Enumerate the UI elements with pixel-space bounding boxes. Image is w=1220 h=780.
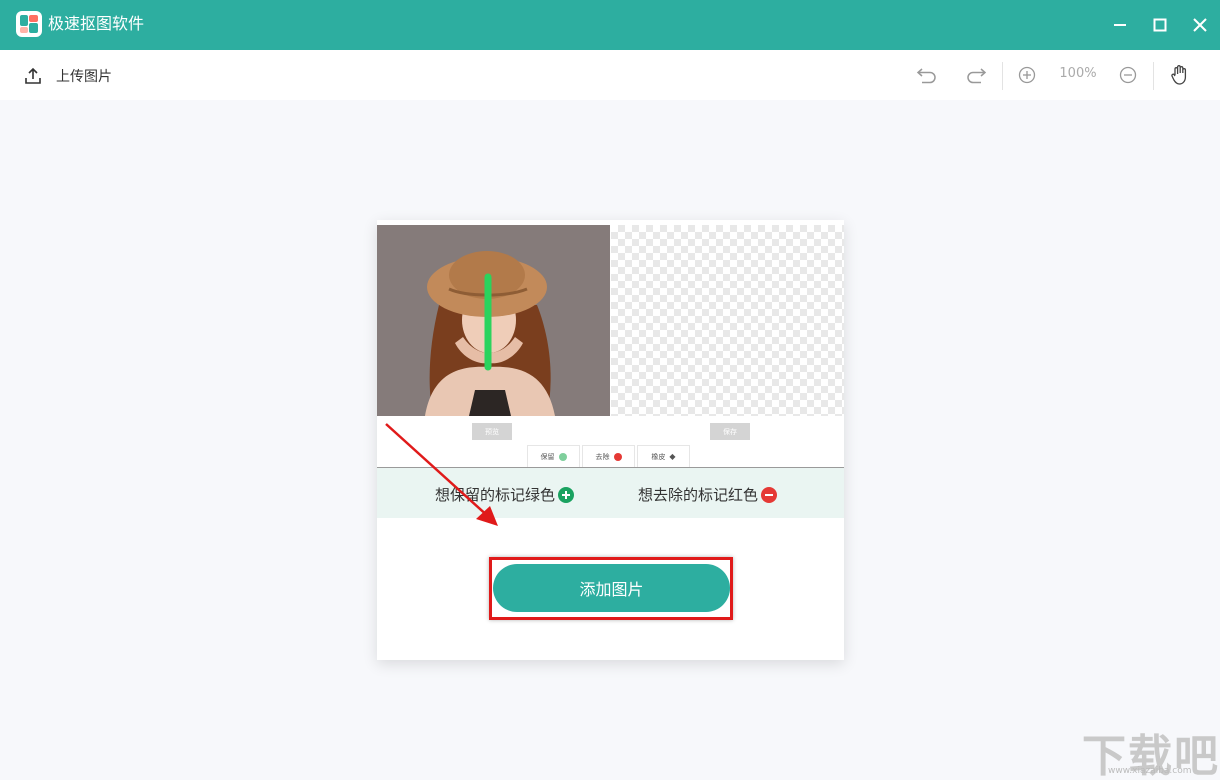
demo-tab-remove: 去除 <box>582 445 635 467</box>
add-image-button[interactable]: 添加图片 <box>493 564 730 612</box>
maximize-icon <box>1153 18 1167 32</box>
upload-image-label: 上传图片 <box>56 69 112 85</box>
toolbar: 上传图片 100% <box>0 50 1220 100</box>
undo-button[interactable] <box>915 63 939 87</box>
close-button[interactable] <box>1185 10 1215 40</box>
demo-tab-eraser: 橡皮 ◆ <box>637 445 690 467</box>
annotation-arrow-icon <box>385 423 498 526</box>
hint-remove: 想去除的标记红色 <box>638 484 778 505</box>
hand-icon <box>1171 65 1187 85</box>
minus-icon <box>613 452 622 461</box>
toolbar-divider <box>1002 62 1003 90</box>
zoom-out-button[interactable] <box>1116 63 1140 87</box>
watermark-url: www.xiazaiba.com <box>1108 766 1192 776</box>
demo-tab-remove-label: 去除 <box>595 452 610 461</box>
upload-image-button[interactable]: 上传图片 <box>24 64 112 88</box>
demo-transparent-result <box>611 225 844 416</box>
app-logo-icon <box>16 11 42 37</box>
plus-circle-icon <box>558 486 575 503</box>
title-bar: 极速抠图软件 <box>0 0 1220 50</box>
zoom-level: 100% <box>1059 66 1097 81</box>
hint-remove-text: 想去除的标记红色 <box>638 486 759 504</box>
minimize-icon <box>1114 24 1126 26</box>
maximize-button[interactable] <box>1145 10 1175 40</box>
redo-button[interactable] <box>964 63 988 87</box>
demo-save-button: 保存 <box>710 423 750 440</box>
undo-icon <box>916 68 936 84</box>
hand-tool-button[interactable] <box>1168 63 1192 87</box>
app-title: 极速抠图软件 <box>48 14 145 33</box>
demo-brush-tabs: 保留 去除 橡皮 ◆ <box>527 445 692 467</box>
zoom-out-icon <box>1119 66 1137 84</box>
upload-icon <box>25 67 41 84</box>
demo-portrait-illustration <box>377 225 610 416</box>
demo-tab-keep: 保留 <box>527 445 580 467</box>
minimize-button[interactable] <box>1105 10 1135 40</box>
toolbar-divider <box>1153 62 1154 90</box>
demo-tab-keep-label: 保留 <box>540 452 555 461</box>
minus-circle-icon <box>761 486 778 503</box>
zoom-in-button[interactable] <box>1015 63 1039 87</box>
redo-icon <box>967 68 987 84</box>
plus-icon <box>558 452 567 461</box>
close-icon <box>1193 18 1207 32</box>
demo-tab-eraser-label: 橡皮 <box>651 452 666 461</box>
demo-original-image <box>377 225 610 416</box>
eraser-icon: ◆ <box>669 452 676 461</box>
zoom-in-icon <box>1018 66 1036 84</box>
